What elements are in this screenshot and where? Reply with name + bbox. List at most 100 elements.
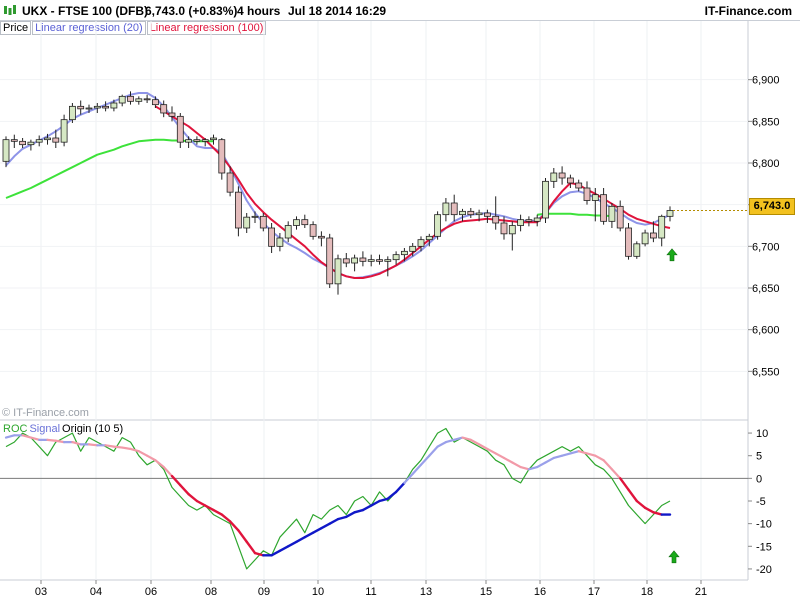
candle-body — [268, 227, 276, 247]
signal-line-segment — [428, 445, 439, 457]
candle-body — [118, 95, 126, 104]
candle-body — [259, 215, 267, 229]
green-trend-line — [5, 138, 214, 199]
x-tick-label: 16 — [534, 586, 546, 598]
candle-body — [425, 235, 433, 241]
candle-body — [658, 215, 666, 239]
x-tick-label: 10 — [312, 586, 324, 598]
candle-body — [616, 205, 624, 229]
candle-body — [85, 107, 93, 110]
candle-body — [35, 139, 43, 143]
signal-line-segment — [278, 545, 290, 553]
signal-line-segment — [187, 493, 199, 503]
signal-line-segment — [71, 441, 82, 446]
candle-body — [567, 177, 574, 184]
candle-body — [666, 210, 674, 217]
osc-legend-roc: ROC — [3, 423, 28, 435]
signal-line-segment — [336, 515, 348, 521]
candle-body — [500, 222, 508, 235]
osc-y-tick-label: -10 — [756, 519, 772, 531]
candle-body — [492, 215, 500, 224]
signal-line-segment — [237, 529, 248, 543]
current-price-label: 6,743.0 — [749, 198, 795, 215]
signal-line-segment — [378, 497, 389, 503]
candle-body — [234, 191, 242, 229]
osc-y-tick-label: -15 — [756, 541, 772, 553]
signal-line-segment — [635, 499, 647, 509]
signal-line-segment — [519, 465, 531, 471]
candle-body — [558, 172, 566, 179]
signal-line-segment — [610, 468, 622, 480]
signal-line-segment — [361, 504, 373, 512]
candle-body — [384, 259, 392, 262]
signal-line-segment — [4, 434, 16, 439]
candle-body — [442, 202, 450, 216]
candle-body — [135, 98, 143, 102]
signal-line-segment — [453, 436, 464, 441]
candle-body — [583, 187, 591, 201]
osc-buy-signal-arrow-icon — [668, 550, 680, 564]
signal-line-segment — [569, 450, 580, 455]
signal-line-segment — [602, 459, 614, 471]
candle-body — [176, 115, 184, 143]
osc-y-tick-label: 10 — [756, 428, 768, 440]
candle-body — [450, 202, 458, 216]
candle-body — [608, 205, 616, 222]
signal-line-segment — [552, 454, 564, 460]
signal-line-segment — [179, 483, 190, 496]
candle-body — [19, 140, 27, 146]
candle-body — [342, 258, 350, 264]
candle-body — [591, 194, 599, 201]
candle-body — [60, 119, 68, 143]
candle-body — [210, 137, 217, 141]
signal-line-segment — [411, 463, 423, 475]
candle-body — [417, 239, 425, 247]
candle-body — [517, 219, 524, 226]
candle-body — [400, 250, 408, 256]
signal-line-segment — [643, 506, 655, 514]
signal-line-segment — [295, 536, 306, 543]
candle-body — [93, 105, 101, 109]
signal-line-segment — [436, 441, 447, 448]
signal-line-segment — [54, 439, 66, 444]
signal-line-segment — [212, 508, 224, 516]
x-tick-label: 08 — [205, 586, 217, 598]
candle-body — [251, 215, 259, 218]
candle-body — [201, 139, 209, 142]
candle-body — [2, 139, 10, 162]
candle-body — [326, 237, 334, 285]
chart-canvas: 03 04 06 08 09 10 11 13 15 16 17 18 21 6,550 6,600 6,65… — [0, 21, 780, 598]
signal-line-segment — [536, 461, 547, 469]
signal-line-segment — [46, 438, 57, 442]
candle-body — [284, 225, 292, 239]
signal-line-segment — [253, 551, 265, 557]
signal-line-segment — [104, 444, 116, 448]
candle-body — [243, 216, 251, 229]
candle-body — [309, 224, 317, 237]
candle-body — [110, 102, 118, 109]
signal-line-segment — [619, 477, 630, 491]
x-tick-label: 13 — [420, 586, 432, 598]
candle-body — [52, 137, 60, 143]
candle-body — [467, 210, 475, 216]
candle-body — [459, 210, 466, 216]
signal-line-segment — [170, 474, 182, 487]
x-tick-label: 18 — [641, 586, 653, 598]
osc-y-tick-label: -5 — [756, 496, 766, 508]
y-tick-label: 6,550 — [752, 366, 780, 378]
candle-body — [367, 259, 375, 262]
candle-body — [218, 139, 226, 174]
signal-line-segment — [544, 456, 555, 464]
x-tick-label: 09 — [258, 586, 270, 598]
signal-line-segment — [195, 499, 207, 507]
osc-y-tick-label: -20 — [756, 564, 772, 576]
x-tick-label: 21 — [695, 586, 707, 598]
roc-line — [5, 427, 671, 570]
candle-body — [376, 259, 383, 262]
candle-body — [533, 217, 541, 222]
signal-line-segment — [394, 481, 406, 494]
candle-body — [10, 139, 18, 142]
signal-line-segment — [502, 456, 514, 464]
x-tick-label: 04 — [90, 586, 102, 598]
candle-body — [185, 139, 193, 143]
